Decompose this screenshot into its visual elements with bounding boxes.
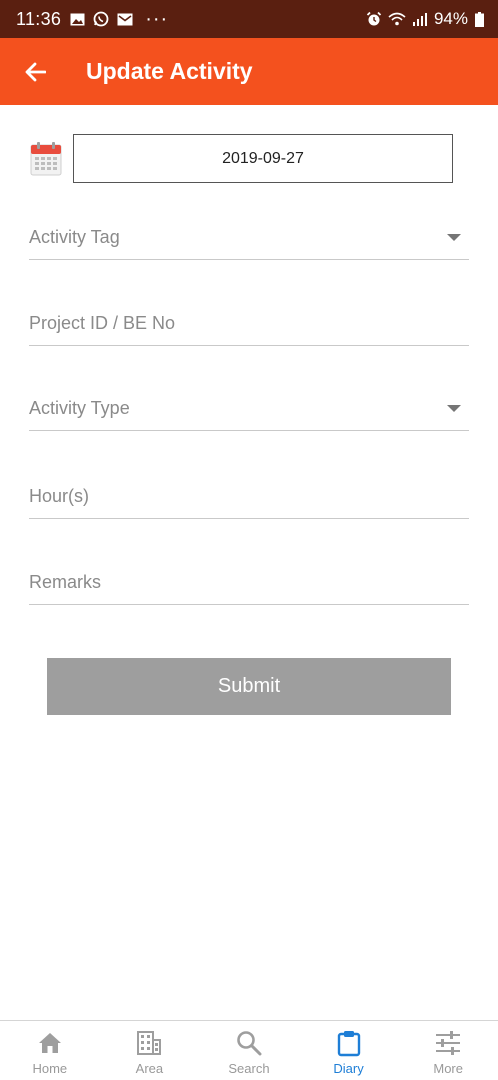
- bottom-nav: Home Area Search Diary More: [0, 1020, 498, 1080]
- battery-percent: 94%: [433, 9, 468, 28]
- nav-label-diary: Diary: [333, 1061, 364, 1076]
- nav-label-search: Search: [228, 1061, 270, 1076]
- nav-label-home: Home: [32, 1061, 68, 1076]
- back-button[interactable]: [0, 38, 70, 105]
- dropdown-arrow-icon: [447, 234, 461, 241]
- activity-type-label: Activity Type: [29, 398, 130, 418]
- status-time: 11:36: [16, 8, 62, 29]
- nav-item-home[interactable]: Home: [0, 1021, 100, 1080]
- nav-label-more: More: [433, 1061, 463, 1076]
- signal-icon: [412, 11, 428, 27]
- nav-item-diary[interactable]: Diary: [299, 1021, 399, 1080]
- nav-item-more[interactable]: More: [398, 1021, 498, 1080]
- app-bar: Update Activity: [0, 38, 498, 105]
- hours-field: [29, 475, 469, 519]
- project-id-input[interactable]: [29, 313, 469, 334]
- status-left: 11:36 ···: [16, 8, 168, 31]
- home-icon: [38, 1033, 61, 1053]
- sliders-icon: [436, 1031, 461, 1055]
- remarks-field: [29, 561, 469, 605]
- wifi-icon: [388, 11, 406, 27]
- more-notifications-icon: ···: [145, 7, 169, 30]
- activity-tag-dropdown[interactable]: Activity Tag: [29, 216, 469, 260]
- dropdown-arrow-icon: [447, 405, 461, 412]
- activity-type-dropdown[interactable]: Activity Type: [29, 387, 469, 431]
- gallery-icon: [69, 11, 85, 27]
- search-icon: [237, 1031, 262, 1056]
- battery-icon: [474, 11, 484, 27]
- status-bar: 11:36 ··· 94%: [0, 0, 498, 38]
- nav-label-area: Area: [135, 1061, 164, 1076]
- submit-button[interactable]: Submit: [47, 658, 451, 715]
- building-icon: [137, 1031, 162, 1055]
- hours-input[interactable]: [29, 486, 469, 507]
- arrow-left-icon: [25, 62, 46, 81]
- clipboard-icon: [337, 1031, 360, 1057]
- remarks-input[interactable]: [29, 572, 469, 593]
- whatsapp-icon: [93, 11, 109, 27]
- date-field[interactable]: 2019-09-27: [73, 134, 453, 183]
- nav-item-area[interactable]: Area: [100, 1021, 200, 1080]
- mail-icon: [117, 11, 133, 27]
- nav-item-search[interactable]: Search: [199, 1021, 299, 1080]
- date-row: 2019-09-27: [30, 134, 454, 184]
- calendar-icon[interactable]: [30, 141, 64, 177]
- project-id-field: [29, 302, 469, 346]
- activity-tag-label: Activity Tag: [29, 227, 120, 247]
- alarm-icon: [366, 11, 382, 27]
- page-title: Update Activity: [86, 58, 253, 84]
- status-right: 94%: [366, 9, 484, 29]
